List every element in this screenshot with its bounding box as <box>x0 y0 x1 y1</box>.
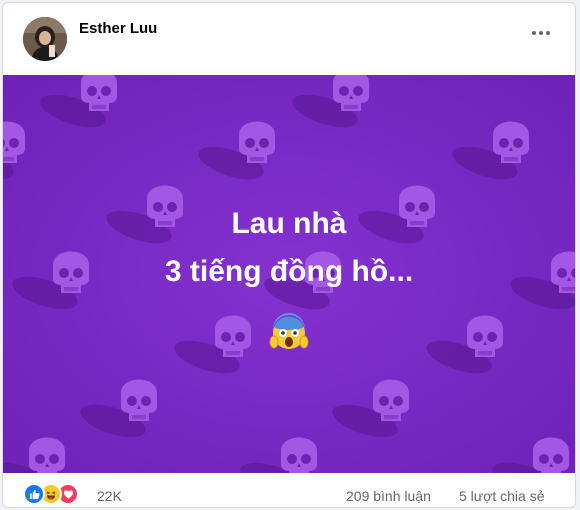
post-header: Esther Luu <box>3 3 575 73</box>
reactions-summary[interactable] <box>23 483 79 505</box>
reaction-count[interactable]: 22K <box>97 488 122 504</box>
more-options-button[interactable] <box>523 21 559 45</box>
shares-count[interactable]: 5 lượt chia sẻ <box>459 488 544 504</box>
like-icon <box>23 483 45 505</box>
post-footer: 22K 209 bình luận 5 lượt chia sẻ <box>3 475 575 507</box>
image-text-line1: Lau nhà <box>231 207 346 240</box>
post-card: Esther Luu Lau nhà 3 tiếng đồng hồ... 22… <box>2 2 576 508</box>
image-text-line2: 3 tiếng đồng hồ... <box>165 255 413 288</box>
more-dots-icon <box>532 31 536 35</box>
comments-count[interactable]: 209 bình luận <box>346 488 431 504</box>
avatar-photo <box>23 17 67 61</box>
author-name[interactable]: Esther Luu <box>79 20 157 37</box>
skull-pattern-image: Lau nhà 3 tiếng đồng hồ... <box>3 75 575 473</box>
more-dot <box>539 31 543 35</box>
post-image[interactable]: Lau nhà 3 tiếng đồng hồ... <box>3 75 575 473</box>
author-avatar[interactable] <box>23 17 67 61</box>
more-dot <box>546 31 550 35</box>
